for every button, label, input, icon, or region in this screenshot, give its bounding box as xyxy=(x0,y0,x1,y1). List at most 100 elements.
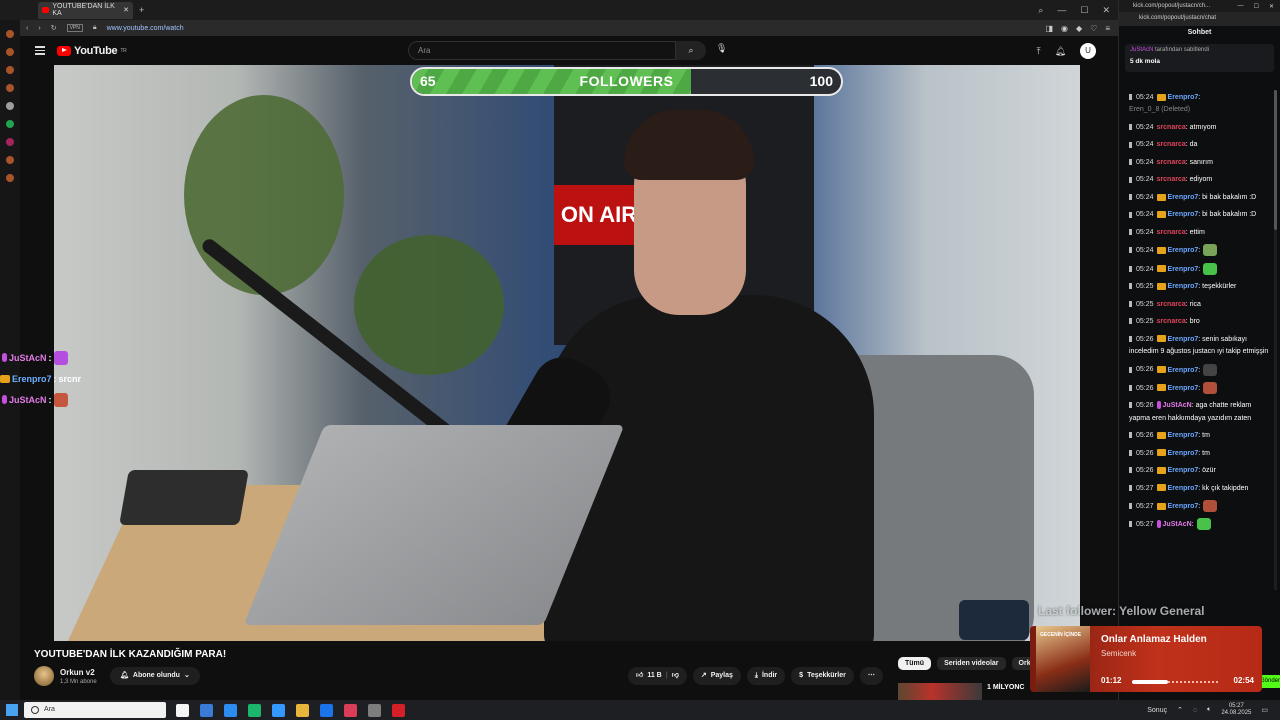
extension-icon-2[interactable]: ◉ xyxy=(1061,24,1068,33)
taskbar-app-icon[interactable] xyxy=(344,703,357,717)
chat-username[interactable]: Erenpro7 xyxy=(1168,385,1199,392)
chat-username[interactable]: srcnarca xyxy=(1157,318,1186,325)
maximize-button[interactable]: ☐ xyxy=(1080,5,1088,16)
chat-message[interactable]: 05:26 Erenpro7: özür xyxy=(1119,465,1280,477)
like-button[interactable]: 👍︎ 11 B | 👎︎ xyxy=(628,667,687,685)
pin-icon[interactable] xyxy=(1129,283,1132,290)
taskbar-app-icon[interactable] xyxy=(296,703,309,717)
whatsapp-icon[interactable] xyxy=(6,120,14,128)
chat-message[interactable]: 05:24 Erenpro7: xyxy=(1119,244,1280,257)
pin-icon[interactable] xyxy=(1129,124,1132,131)
recommended-video-title[interactable]: 1 MİLYONC xyxy=(987,684,1024,691)
chat-username[interactable]: srcnarca xyxy=(1157,229,1186,236)
chat-username[interactable]: Erenpro7 xyxy=(1168,94,1199,101)
browser-tab-youtube[interactable]: YOUTUBE'DAN İLK KA ✕ xyxy=(38,1,133,19)
chat-message[interactable]: 05:26 Erenpro7: xyxy=(1119,363,1280,377)
download-button[interactable]: ⤓ İndir xyxy=(746,667,786,685)
pin-icon[interactable] xyxy=(1129,94,1132,101)
back-icon[interactable]: ‹ xyxy=(26,25,28,32)
chat-maximize-button[interactable]: ☐ xyxy=(1254,3,1259,12)
pin-icon[interactable] xyxy=(1129,300,1132,307)
create-icon[interactable]: ⤒ xyxy=(1037,46,1041,57)
taskbar-app-icon[interactable] xyxy=(320,703,333,717)
chat-username[interactable]: srcnarca xyxy=(1157,124,1186,131)
chat-message[interactable]: 05:27 JuStAcN: xyxy=(1119,518,1280,531)
chat-message[interactable]: 05:27 Erenpro7: kk çık takipden xyxy=(1119,483,1280,495)
chat-message[interactable]: 05:24 srcnarca: da xyxy=(1119,139,1280,151)
close-window-button[interactable]: ✕ xyxy=(1102,5,1110,16)
chat-message[interactable]: 05:26 Erenpro7: xyxy=(1119,381,1280,395)
network-icon[interactable]: ◌ xyxy=(1193,707,1197,714)
pin-icon[interactable] xyxy=(1129,247,1132,254)
tab-close-icon[interactable]: ✕ xyxy=(123,6,129,14)
taskbar-app-icon[interactable] xyxy=(368,703,381,717)
sidebar-icon-8[interactable] xyxy=(6,156,14,164)
instagram-icon[interactable] xyxy=(6,138,14,146)
bookmark-icon[interactable]: ♡ xyxy=(1090,24,1097,33)
search-input[interactable]: Ara xyxy=(408,41,676,60)
chat-username[interactable]: Erenpro7 xyxy=(1168,283,1199,290)
chat-message[interactable]: 05:24 srcnarca: ettim xyxy=(1119,227,1280,239)
pin-icon[interactable] xyxy=(1129,384,1132,391)
pin-icon[interactable] xyxy=(1129,484,1132,491)
chat-username[interactable]: Erenpro7 xyxy=(1168,503,1199,510)
menu-icon[interactable]: ≡ xyxy=(1105,24,1110,33)
weather-text[interactable]: Sonuç xyxy=(1147,707,1167,714)
notifications-bell-icon[interactable]: 🔔︎ xyxy=(1055,46,1066,57)
chat-username[interactable]: Erenpro7 xyxy=(1168,450,1199,457)
pin-icon[interactable] xyxy=(1129,449,1132,456)
menu-hamburger-icon[interactable] xyxy=(35,46,45,55)
chat-username[interactable]: Erenpro7 xyxy=(1168,366,1199,373)
notification-icon[interactable]: ▭ xyxy=(1261,706,1268,714)
taskbar-app-icon[interactable] xyxy=(248,703,261,717)
pin-icon[interactable] xyxy=(1129,229,1132,236)
chat-address-bar[interactable]: kick.com/popout/justacn/chat xyxy=(1119,12,1280,26)
search-tabs-icon[interactable]: ⌕ xyxy=(1038,5,1043,16)
more-actions-button[interactable]: ⋯ xyxy=(859,667,883,685)
chat-username[interactable]: srcnarca xyxy=(1157,176,1186,183)
pin-icon[interactable] xyxy=(1129,211,1132,218)
pin-icon[interactable] xyxy=(1129,521,1132,528)
taskbar-app-icon[interactable] xyxy=(176,703,189,717)
chat-message[interactable]: 05:26 JuStAcN: aga chatte reklam yapma er… xyxy=(1119,400,1280,425)
chat-message[interactable]: 05:24 Erenpro7: xyxy=(1119,262,1280,276)
subscribed-button[interactable]: 🔔︎ Abone olundu ⌄ xyxy=(110,667,200,685)
pin-icon[interactable] xyxy=(1129,141,1132,148)
chat-username[interactable]: Erenpro7 xyxy=(1168,211,1199,218)
chat-message[interactable]: 05:25 srcnarca: bro xyxy=(1119,316,1280,328)
thumbs-down-icon[interactable]: 👎︎ xyxy=(672,667,679,685)
chat-message[interactable]: 05:24 srcnarca: sanırım xyxy=(1119,157,1280,169)
channel-name[interactable]: Orkun v2 xyxy=(60,668,95,677)
pin-icon[interactable] xyxy=(1129,402,1132,409)
taskbar-app-icon[interactable] xyxy=(200,703,213,717)
reload-icon[interactable]: ↻ xyxy=(51,24,57,32)
chat-message[interactable]: 05:24 Erenpro7: bi bak bakalım :D xyxy=(1119,209,1280,221)
sidebar-icon-2[interactable] xyxy=(6,48,14,56)
pinned-message[interactable]: JuStAcN tarafından sabitlendi 5 dk mola xyxy=(1125,44,1274,72)
new-tab-button[interactable]: + xyxy=(139,5,144,15)
youtube-logo[interactable]: YouTube TR xyxy=(57,45,127,57)
chat-message[interactable]: 05:25 srcnarca: rica xyxy=(1119,299,1280,311)
chat-username[interactable]: Erenpro7 xyxy=(1168,432,1199,439)
chat-username[interactable]: srcnarca xyxy=(1157,159,1186,166)
taskbar-app-icon[interactable] xyxy=(272,703,285,717)
forward-icon[interactable]: › xyxy=(38,25,40,32)
pin-icon[interactable] xyxy=(1129,159,1132,166)
extension-icon-1[interactable]: ◨ xyxy=(1045,24,1053,33)
sidebar-icon-1[interactable] xyxy=(6,30,14,38)
channel-avatar[interactable] xyxy=(34,666,54,686)
video-player[interactable]: ON AIR xyxy=(54,65,1080,641)
sidebar-icon-9[interactable] xyxy=(6,174,14,182)
pin-icon[interactable] xyxy=(1129,335,1132,342)
volume-icon[interactable]: 🔈︎ xyxy=(1207,706,1211,714)
pin-icon[interactable] xyxy=(1129,318,1132,325)
chat-username[interactable]: Erenpro7 xyxy=(1168,266,1199,273)
chat-username[interactable]: Erenpro7 xyxy=(1168,247,1199,254)
chat-username[interactable]: JuStAcN xyxy=(1163,402,1192,409)
chat-message[interactable]: 05:27 Erenpro7: xyxy=(1119,500,1280,513)
chat-username[interactable]: srcnarca xyxy=(1157,301,1186,308)
vpn-badge[interactable]: VPN xyxy=(66,24,83,32)
pin-icon[interactable] xyxy=(1129,176,1132,183)
chat-message[interactable]: 05:24 srcnarca: atmıyom xyxy=(1119,122,1280,134)
pin-icon[interactable] xyxy=(1129,366,1132,373)
